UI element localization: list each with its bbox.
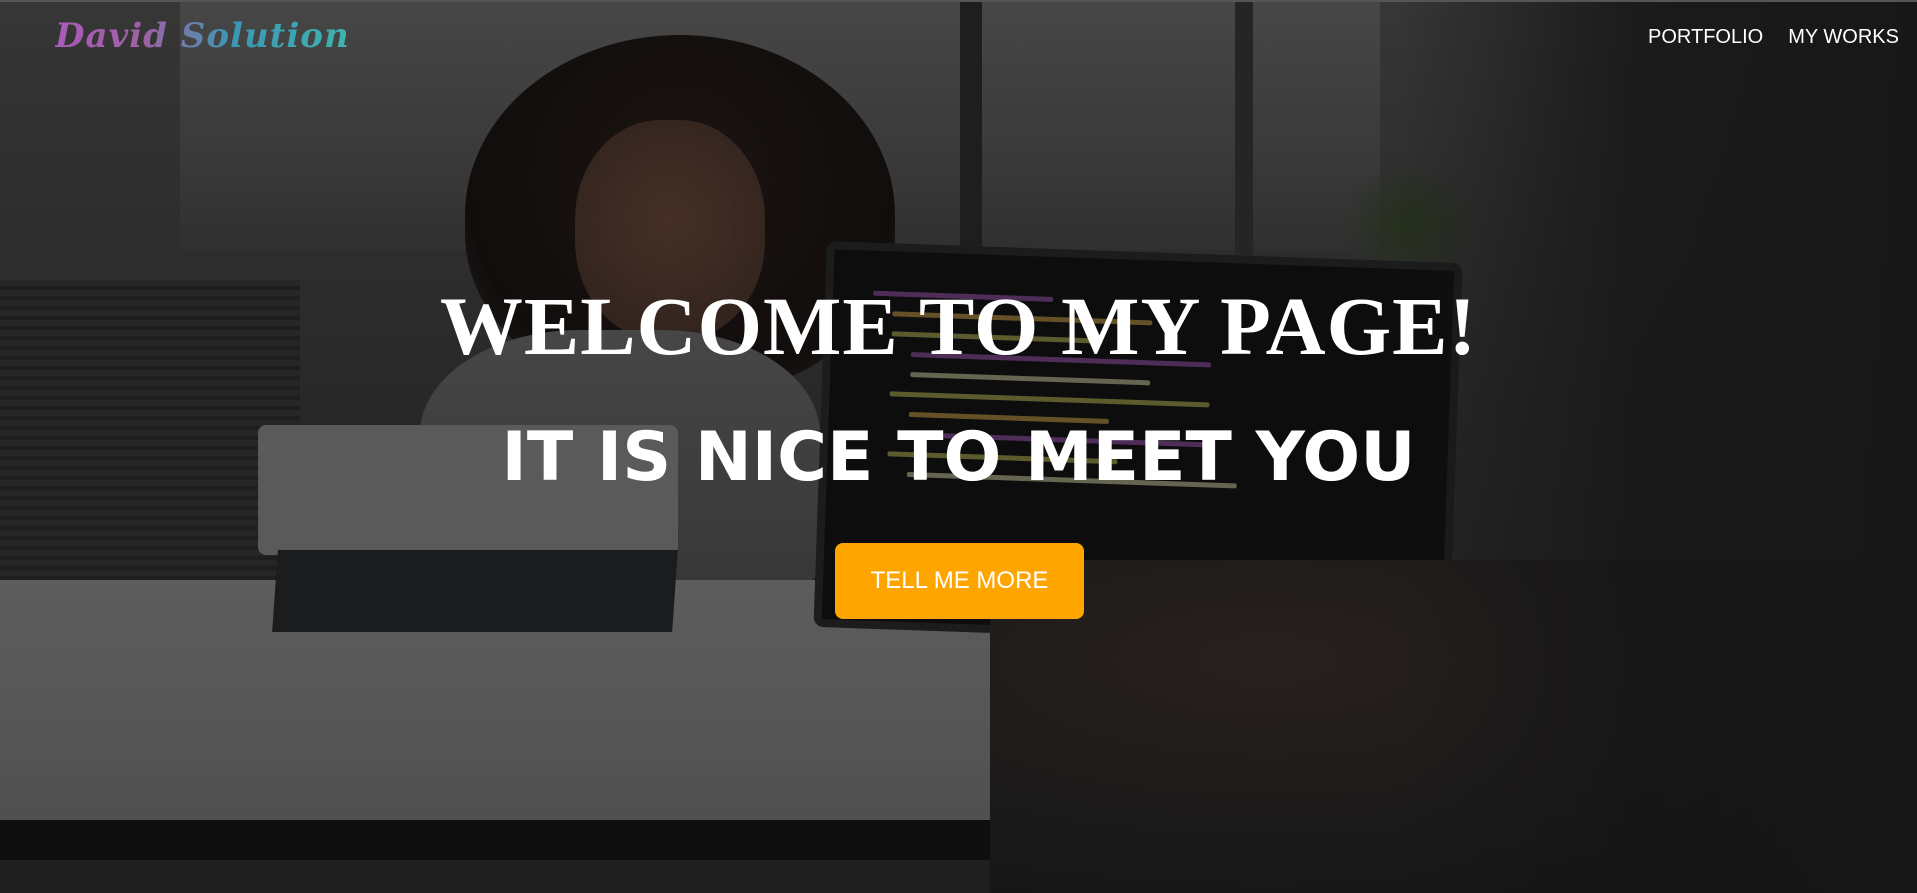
nav-link-portfolio[interactable]: PORTFOLIO	[1648, 26, 1763, 49]
hero-content: WELCOME TO MY PAGE! IT IS NICE TO MEET Y…	[0, 0, 1917, 893]
hero-section: David Solution PORTFOLIO MY WORKS WELCOM…	[0, 0, 1917, 893]
nav-link-my-works[interactable]: MY WORKS	[1788, 26, 1899, 49]
tell-me-more-button[interactable]: TELL ME MORE	[835, 543, 1084, 619]
nav-links: PORTFOLIO MY WORKS	[1648, 26, 1899, 49]
navbar: David Solution PORTFOLIO MY WORKS	[0, 0, 1917, 80]
brand-logo[interactable]: David Solution	[55, 16, 350, 56]
hero-headline: WELCOME TO MY PAGE!	[439, 280, 1478, 372]
hero-subheadline: IT IS NICE TO MEET YOU	[501, 418, 1416, 497]
